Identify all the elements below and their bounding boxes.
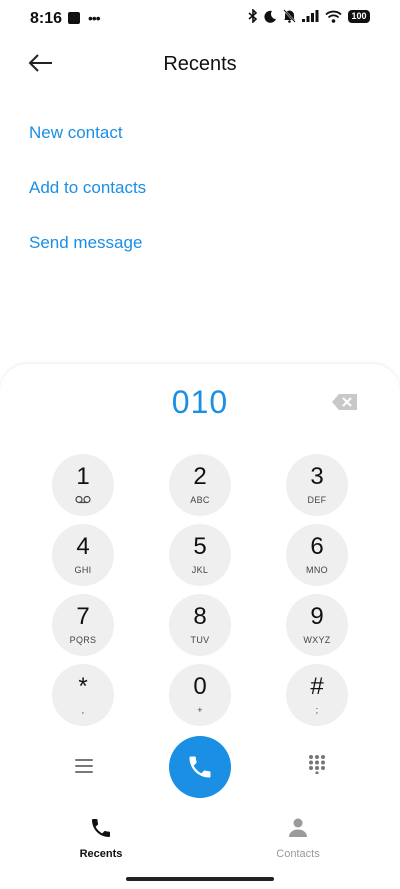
key-3[interactable]: 3 DEF	[286, 454, 348, 516]
call-button[interactable]	[169, 736, 231, 798]
add-to-contacts-link[interactable]: Add to contacts	[29, 178, 146, 198]
key-digit: 7	[76, 603, 90, 630]
key-9[interactable]: 9 WXYZ	[286, 594, 348, 656]
key-5[interactable]: 5 JKL	[169, 524, 231, 586]
menu-icon	[75, 759, 93, 773]
new-contact-link[interactable]: New contact	[29, 123, 123, 143]
key-digit: #	[310, 673, 324, 700]
key-digit: 9	[310, 603, 324, 630]
key-digit: 2	[193, 463, 207, 490]
bell-muted-icon	[283, 9, 296, 23]
key-1[interactable]: 1	[52, 454, 114, 516]
bluetooth-icon	[248, 9, 258, 23]
key-digit: 1	[76, 463, 90, 490]
key-letters: JKL	[191, 565, 209, 575]
status-bar: 8:16 ••• 100	[0, 0, 400, 40]
key-letters: PQRS	[69, 635, 97, 645]
key-hash[interactable]: # ;	[286, 664, 348, 726]
tab-label: Recents	[79, 848, 123, 860]
key-letters: ,	[81, 705, 85, 715]
phone-icon	[189, 756, 211, 778]
wifi-icon	[325, 10, 342, 23]
menu-button[interactable]	[73, 756, 95, 776]
backspace-icon	[332, 394, 357, 410]
battery-indicator: 100	[348, 9, 370, 23]
backspace-button[interactable]	[331, 392, 359, 412]
key-6[interactable]: 6 MNO	[286, 524, 348, 586]
key-letters: DEF	[307, 495, 327, 505]
key-letters: +	[197, 705, 203, 715]
key-letters: ;	[315, 705, 319, 715]
key-digit: 5	[193, 533, 207, 560]
status-time: 8:16	[30, 10, 63, 27]
key-7[interactable]: 7 PQRS	[52, 594, 114, 656]
key-digit: *	[78, 673, 88, 700]
notification-icons: •••	[68, 10, 101, 26]
key-letters: GHI	[74, 565, 92, 575]
person-icon	[289, 818, 307, 837]
key-letters: MNO	[306, 565, 328, 575]
key-4[interactable]: 4 GHI	[52, 524, 114, 586]
moon-icon	[264, 10, 276, 23]
keypad-toggle-button[interactable]	[307, 754, 327, 775]
signal-icon	[302, 10, 319, 22]
key-8[interactable]: 8 TUV	[169, 594, 231, 656]
key-digit: 6	[310, 533, 324, 560]
key-digit: 0	[193, 673, 207, 700]
key-star[interactable]: * ,	[52, 664, 114, 726]
key-2[interactable]: 2 ABC	[169, 454, 231, 516]
dialpad-icon	[309, 755, 325, 775]
key-letters: TUV	[190, 635, 210, 645]
tab-contacts[interactable]: Contacts	[248, 816, 348, 860]
key-digit: 4	[76, 533, 90, 560]
system-icons: 100	[248, 9, 370, 23]
voicemail-icon	[75, 495, 91, 504]
key-letters: ABC	[190, 495, 210, 505]
home-indicator	[126, 877, 274, 881]
key-letters: WXYZ	[303, 635, 331, 645]
page-title: Recents	[163, 53, 237, 75]
key-digit: 8	[193, 603, 207, 630]
key-digit: 3	[310, 463, 324, 490]
more-notifications-icon: •••	[88, 10, 101, 26]
app-notification-icon	[68, 12, 80, 24]
tab-recents[interactable]: Recents	[51, 816, 151, 860]
phone-icon	[92, 819, 110, 837]
key-0[interactable]: 0 +	[169, 664, 231, 726]
send-message-link[interactable]: Send message	[29, 233, 142, 253]
tab-label: Contacts	[276, 848, 320, 860]
dialer-screen: 8:16 ••• 100 Recents New contact Add to …	[0, 0, 400, 889]
